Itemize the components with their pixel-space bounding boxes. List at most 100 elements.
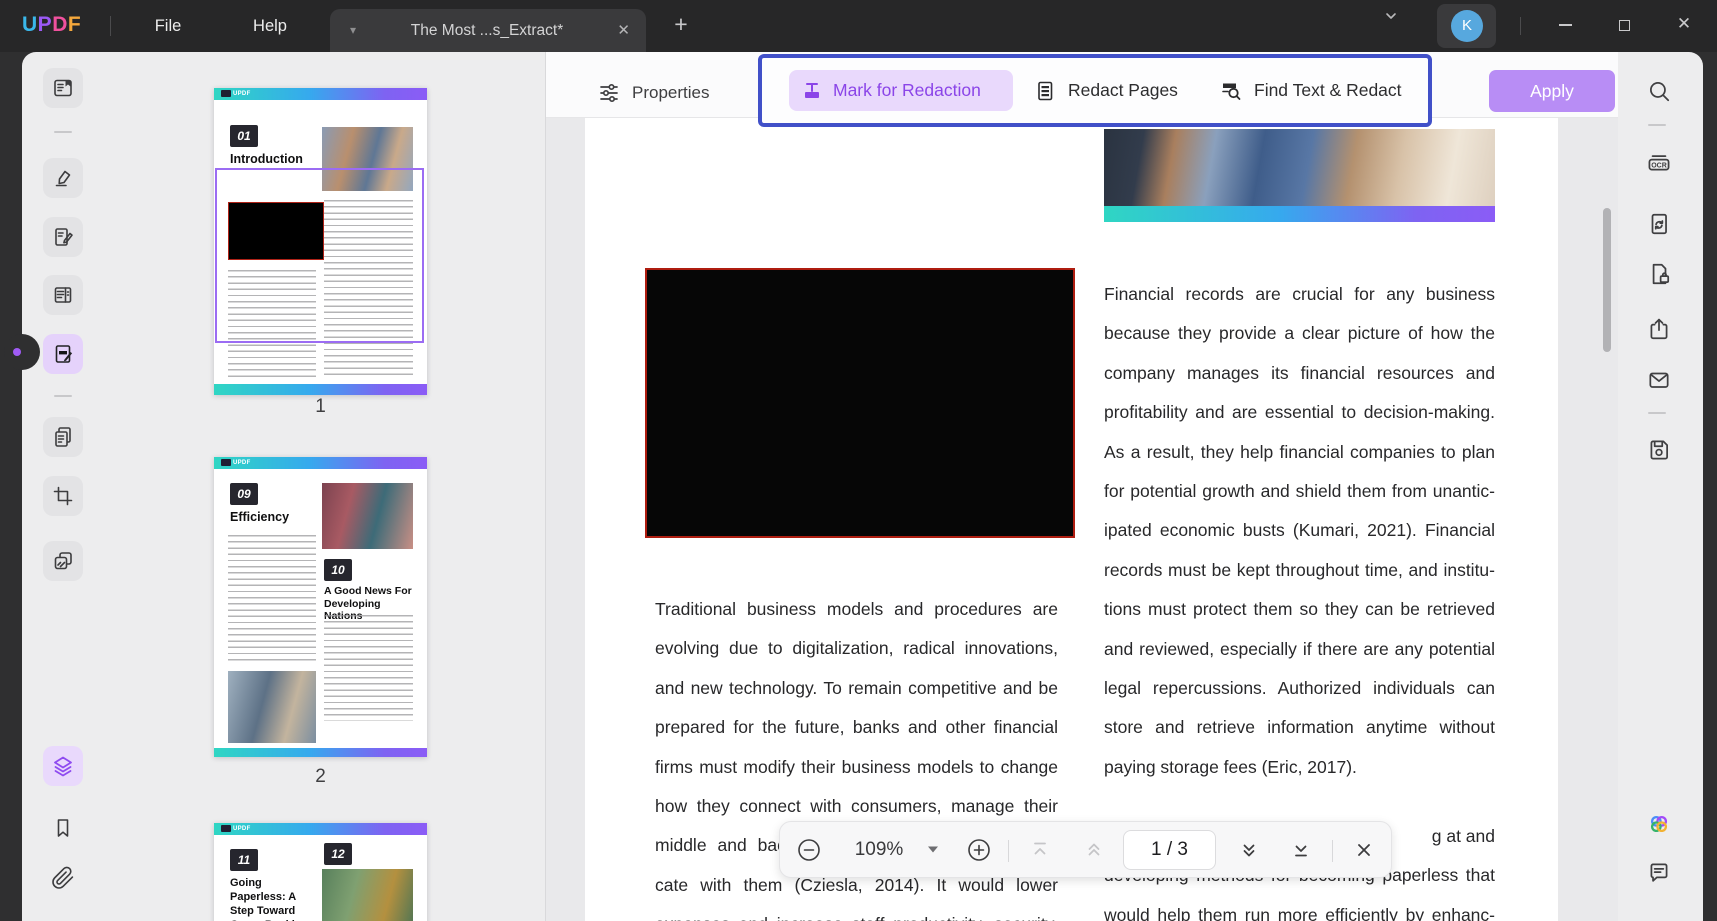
document-gradient-bar xyxy=(1104,206,1495,222)
window-edge xyxy=(1703,52,1717,921)
document-text-line: Financial records are crucial for any bu… xyxy=(1104,275,1495,314)
close-pager-button[interactable] xyxy=(1351,837,1377,863)
rail-divider xyxy=(54,395,72,397)
next-page-button[interactable] xyxy=(1236,837,1262,863)
tab-dropdown-icon[interactable]: ▾ xyxy=(350,23,356,37)
mark-for-redaction-icon xyxy=(801,79,823,101)
document-text-line: tions must protect them so they can be r… xyxy=(1104,590,1495,629)
section-badge: 09 xyxy=(230,483,258,505)
previous-page-button[interactable] xyxy=(1081,837,1107,863)
logo-letter: D xyxy=(52,13,68,36)
save-icon[interactable] xyxy=(1639,430,1679,470)
ai-assistant-icon[interactable] xyxy=(1639,804,1679,844)
edit-pdf-icon[interactable] xyxy=(43,217,83,257)
section-badge: 12 xyxy=(324,843,352,865)
document-text-line: ipated economic busts (Kumari, 2021). Fi… xyxy=(1104,511,1495,550)
thumb-photo xyxy=(322,483,413,549)
convert-icon[interactable] xyxy=(1639,204,1679,244)
thumb-footer-bar xyxy=(214,748,427,757)
redact-pages-icon xyxy=(1033,79,1057,103)
document-scrollbar[interactable] xyxy=(1603,208,1611,352)
section-title: Efficiency xyxy=(230,510,289,524)
thumb-logo: UPDF xyxy=(221,825,251,832)
search-icon[interactable] xyxy=(1639,71,1679,111)
mark-for-redaction-button[interactable]: Mark for Redaction xyxy=(789,70,1013,111)
rail-divider xyxy=(1648,412,1666,414)
zoom-in-button[interactable] xyxy=(966,837,992,863)
attachment-icon[interactable] xyxy=(43,858,83,898)
comment-icon[interactable] xyxy=(1639,853,1679,893)
close-button[interactable]: ✕ xyxy=(1671,14,1697,34)
redaction-mark[interactable] xyxy=(645,268,1075,538)
properties-button[interactable]: Properties xyxy=(597,81,709,105)
thumb-header-bar: UPDF xyxy=(214,88,427,100)
logo-letter: F xyxy=(68,13,81,36)
crop-icon[interactable] xyxy=(43,476,83,516)
sidebar-handle[interactable] xyxy=(4,334,40,370)
thumb-header-bar: UPDF xyxy=(214,823,427,835)
thumb-text-block xyxy=(324,615,413,721)
menu-file[interactable]: File xyxy=(145,0,191,52)
apply-button[interactable]: Apply xyxy=(1489,70,1615,112)
page-thumbnail-3[interactable]: UPDF 11 Going Paperless: A Step Toward G… xyxy=(214,823,427,921)
share-icon[interactable] xyxy=(1639,309,1679,349)
email-icon[interactable] xyxy=(1639,360,1679,400)
page-thumbnail-2[interactable]: UPDF 09 Efficiency 10 A Good News For De… xyxy=(214,457,427,757)
section-badge: 01 xyxy=(230,125,258,147)
scroll-to-top-button[interactable] xyxy=(1027,837,1053,863)
thumb-photo xyxy=(228,671,316,743)
thumb-logo: UPDF xyxy=(221,459,251,466)
avatar[interactable]: K xyxy=(1451,10,1483,42)
bookmark-icon[interactable] xyxy=(43,808,83,848)
organize-pages-icon[interactable] xyxy=(43,275,83,315)
annotate-icon[interactable] xyxy=(43,158,83,198)
find-text-redact-icon xyxy=(1219,79,1243,103)
zoom-level[interactable]: 109% xyxy=(849,839,909,861)
ocr-icon[interactable]: OCR xyxy=(1639,144,1679,184)
pager-divider xyxy=(1008,840,1009,862)
scroll-to-bottom-button[interactable] xyxy=(1288,837,1314,863)
document-text-line: Traditional business models and procedur… xyxy=(655,590,1058,629)
section-title: Introduction xyxy=(230,152,303,166)
logo-letter: P xyxy=(38,13,53,36)
new-tab-button[interactable]: + xyxy=(668,11,694,38)
maximize-button[interactable] xyxy=(1611,20,1637,31)
properties-label: Properties xyxy=(632,83,709,103)
document-tab[interactable]: ▾ The Most ...s_Extract* ✕ xyxy=(330,9,646,52)
minimize-button[interactable] xyxy=(1552,24,1578,26)
menu-help[interactable]: Help xyxy=(245,0,295,52)
document-text-line: because they provide a clear picture of … xyxy=(1104,314,1495,353)
updf-logo: UPDF xyxy=(22,13,81,37)
redact-pages-label: Redact Pages xyxy=(1068,80,1178,101)
document-text-line: prepared for the future, banks and other… xyxy=(655,708,1058,747)
extract-pages-icon[interactable] xyxy=(43,417,83,457)
tab-close-icon[interactable]: ✕ xyxy=(617,9,630,52)
reader-mode-icon[interactable] xyxy=(43,68,83,108)
thumb-photo xyxy=(322,869,413,921)
rail-divider xyxy=(54,131,72,133)
redact-tool-icon[interactable] xyxy=(43,334,83,374)
rail-divider xyxy=(1648,124,1666,126)
thumb-viewport-indicator xyxy=(215,168,424,343)
protect-icon[interactable] xyxy=(1639,254,1679,294)
collapse-toolbar-icon[interactable] xyxy=(1378,8,1404,29)
document-text-line: and reviewed, especially if there are an… xyxy=(1104,630,1495,669)
document-text-line: would help them run more efficiently by … xyxy=(1104,896,1495,921)
document-text-line: expenses and increase staff productivity… xyxy=(655,905,1058,921)
find-text-redact-button[interactable]: Find Text & Redact xyxy=(1219,70,1402,111)
watermark-icon[interactable] xyxy=(43,541,83,581)
zoom-out-button[interactable] xyxy=(796,837,822,863)
layers-icon[interactable] xyxy=(43,746,83,786)
updf-window: UPDF File Help ▾ The Most ...s_Extract* … xyxy=(0,0,1717,921)
svg-text:OCR: OCR xyxy=(1651,162,1667,169)
document-text-line: company manages its financial resources … xyxy=(1104,354,1495,393)
document-text-line: and new technology. To remain competitiv… xyxy=(655,669,1058,708)
page-thumbnail-1[interactable]: UPDF 01 Introduction xyxy=(214,88,427,395)
zoom-dropdown-icon[interactable] xyxy=(928,846,938,853)
page-indicator[interactable]: 1 / 3 xyxy=(1123,830,1216,870)
thumb-header-bar: UPDF xyxy=(214,457,427,469)
account-button[interactable]: K xyxy=(1437,4,1496,48)
document-text-line: for potential growth and shield them fro… xyxy=(1104,472,1495,511)
section-badge: 10 xyxy=(324,559,352,581)
redact-pages-button[interactable]: Redact Pages xyxy=(1033,70,1178,111)
